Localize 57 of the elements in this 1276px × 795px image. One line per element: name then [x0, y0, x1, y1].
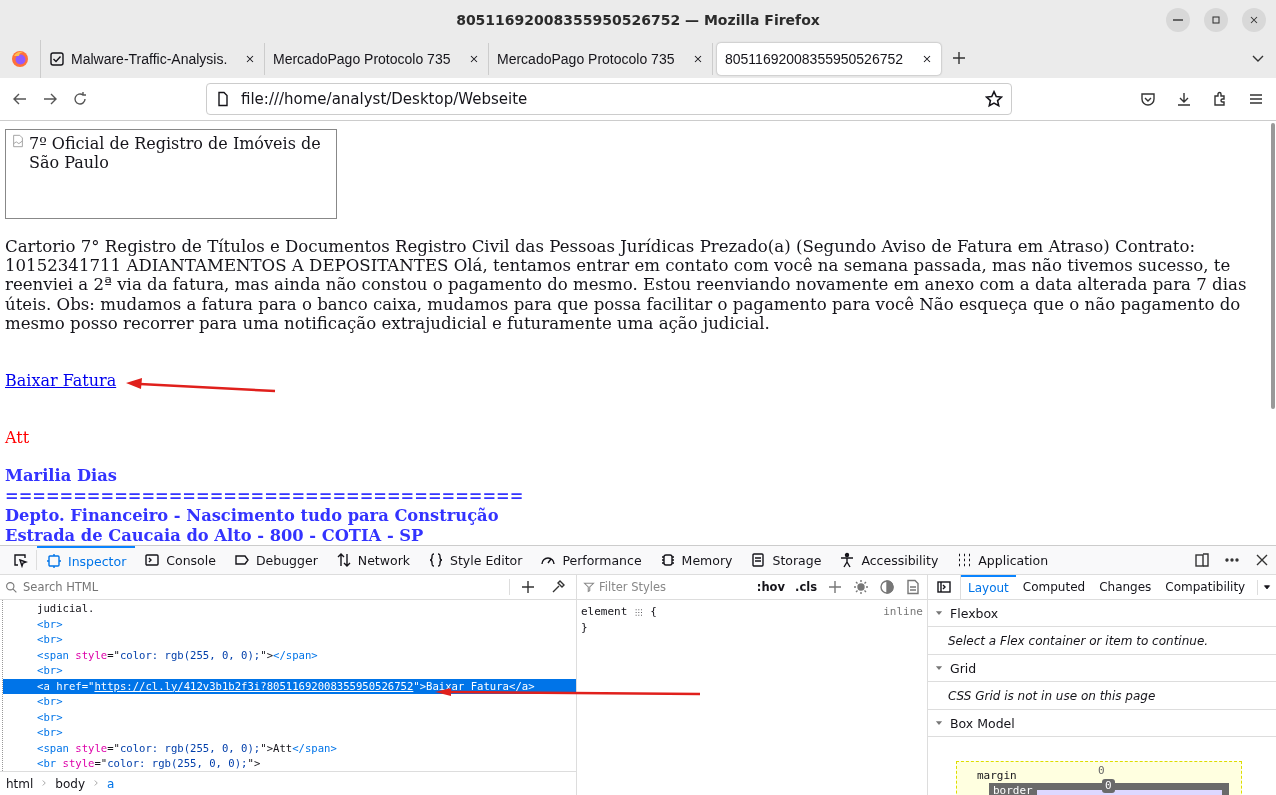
markup-line[interactable]: <br> — [3, 709, 576, 725]
email-body-text: Cartorio 7° Registro de Títulos e Documentos Registro Civil das Pessoas Jurídicas Prezado(a) (Segundo Aviso de Fatura em Atraso) Contrato: 10152341711 ADIANTAMENTOS A DEPOSITANTES Olá, tentamos entrar em contato com você na semana passada, mas não tivemos sucesso, te reenviei a 2ª via da fatura, mas ainda não constou o pagamento do mesmo. Estou reenviando novamente em anexo com a data alterada para 7 dias úteis. Obs: mudamos a fatura para o banco caixa, mudamos para que possa facilitar o pagamento para você Não esqueça que o não pagamento do mesmo posso recorrer para uma notificação extrajudicial e futuramente uma ação judicial. — [5, 237, 1248, 333]
sidebar-tab[interactable]: Layout — [961, 575, 1016, 599]
markup-line[interactable]: <br> — [3, 616, 576, 632]
markup-line[interactable]: <br> — [3, 663, 576, 679]
signature-line: Marilia Dias — [5, 466, 117, 486]
breadcrumb[interactable]: body — [55, 777, 86, 791]
display-value: inline — [883, 604, 923, 620]
devtools-tab[interactable]: Style Editor — [419, 546, 532, 574]
devtools-tab[interactable]: Performance — [531, 546, 651, 574]
greeting-text: Att — [5, 428, 31, 447]
browser-tab[interactable]: MercadoPago Protocolo 735 — [265, 43, 489, 75]
window-title: 80511692008355950526752 — Mozilla Firefox — [456, 12, 820, 28]
search-html-field[interactable]: Search HTML — [21, 579, 505, 595]
sidebar-tab[interactable]: Compatibility — [1158, 575, 1253, 599]
section-header[interactable]: Grid — [928, 655, 1276, 681]
devtools-tab[interactable]: Accessibility — [830, 546, 948, 574]
margin-value[interactable]: 0 — [1098, 764, 1105, 777]
section-note: Select a Flex container or item to continue. — [948, 633, 1209, 648]
signature-line: Estrada de Caucaia do Alto - 800 - COTIA - SP — [5, 526, 424, 545]
markup-line[interactable]: <br> — [3, 694, 576, 710]
signature-line: Depto. Financeiro - Nascimento tudo para Construção — [5, 506, 499, 526]
sidebar-tab[interactable]: Computed — [1015, 575, 1093, 599]
filter-styles-field[interactable]: Filter Styles — [583, 580, 747, 594]
markup-line[interactable]: <br> — [3, 725, 576, 741]
breadcrumb[interactable]: a — [107, 777, 115, 791]
breadcrumb[interactable]: html — [6, 777, 34, 791]
sidebar-tab[interactable]: Changes — [1092, 575, 1159, 599]
section-note: CSS Grid is not in use on this page — [948, 688, 1156, 703]
devtools-tab[interactable]: Memory — [650, 546, 742, 574]
browser-tab[interactable]: MercadoPago Protocolo 735 — [489, 43, 713, 75]
devtools-tab[interactable]: Inspector — [37, 546, 136, 574]
devtools-tab[interactable]: Storage — [741, 546, 831, 574]
image-alt-text: 7º Oficial de Registro de Imóveis de São Paulo — [29, 134, 322, 174]
margin-label: margin — [977, 769, 1017, 782]
brace: { — [650, 604, 657, 620]
class-toggle[interactable]: .cls — [795, 580, 817, 594]
border-value[interactable]: 0 — [1102, 779, 1115, 793]
devtools-tab[interactable]: Network — [326, 546, 419, 574]
markup-line[interactable]: <br> — [3, 632, 576, 648]
address-bar[interactable]: file:///home/analyst/Desktop/Webseite — [206, 83, 1012, 115]
markup-line[interactable]: <br style="color: rgb(255, 0, 0);"> — [3, 756, 576, 771]
hover-toggle[interactable]: :hov — [756, 580, 785, 594]
devtools-tab[interactable]: Application — [947, 546, 1058, 574]
section-header[interactable]: Box Model — [928, 710, 1276, 736]
devtools-tab[interactable]: Console — [135, 546, 225, 574]
markup-line[interactable]: <span style="color: rgb(255, 0, 0);"></span> — [3, 647, 576, 663]
download-link[interactable]: Baixar Fatura — [5, 371, 117, 390]
browser-tab[interactable]: Malware-Traffic-Analysis. — [41, 43, 265, 75]
devtools-tab[interactable]: Debugger — [224, 546, 327, 574]
rule-selector: element — [581, 604, 628, 620]
markup-line[interactable]: <span style="color: rgb(255, 0, 0);">Att</span> — [3, 740, 576, 756]
section-header[interactable]: Flexbox — [928, 600, 1276, 626]
brace: } — [581, 621, 588, 634]
markup-line[interactable]: judicial. — [3, 601, 576, 617]
browser-tab[interactable]: 80511692008355950526752 — [717, 43, 941, 75]
signature-line: ====================================== — [5, 486, 524, 506]
